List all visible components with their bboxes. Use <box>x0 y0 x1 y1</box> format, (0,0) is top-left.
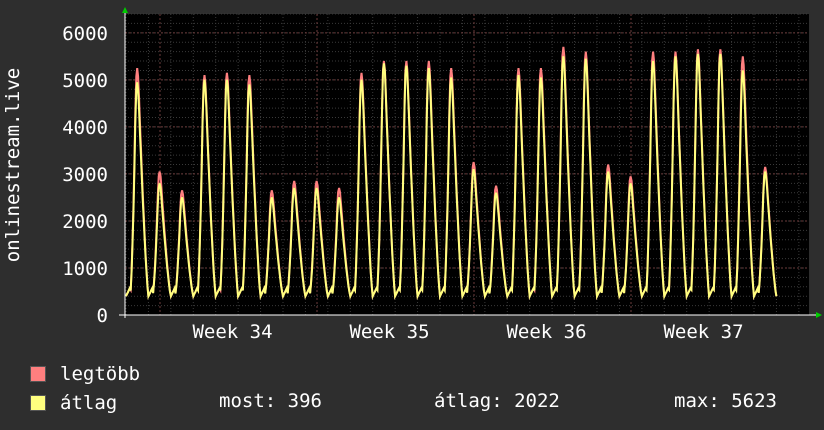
x-axis-arrow <box>816 312 822 318</box>
traffic-chart: 0 1000 2000 3000 4000 5000 6000 Week 34 Week 35… <box>2 7 822 343</box>
y-tick-label: 0 <box>97 305 108 327</box>
y-tick-label: 6000 <box>62 23 108 45</box>
legtobb-label: legtöbb <box>60 363 141 385</box>
x-tick-labels: Week 34 Week 35 Week 36 Week 37 <box>192 321 743 343</box>
legend-item-atlag: átlag <box>30 392 117 414</box>
y-axis-arrow <box>122 7 128 13</box>
atlag-swatch <box>30 395 46 411</box>
stat-most-label: most: <box>219 390 277 412</box>
x-tick-label: Week 35 <box>349 321 429 343</box>
y-tick-label: 5000 <box>62 70 108 92</box>
y-tick-label: 1000 <box>62 258 108 280</box>
y-tick-labels: 0 1000 2000 3000 4000 5000 6000 <box>62 23 108 327</box>
stat-max-label: max: <box>674 390 720 412</box>
stat-atlag: átlag: 2022 <box>434 390 560 412</box>
stat-atlag-label: átlag: <box>434 390 503 412</box>
stat-max-value: 5623 <box>731 390 777 412</box>
stat-most-value: 396 <box>287 390 322 412</box>
x-tick-label: Week 37 <box>663 321 743 343</box>
x-tick-label: Week 34 <box>192 321 272 343</box>
y-axis-label: onlinestream.live <box>2 68 24 262</box>
stat-most: most: 396 <box>219 390 322 412</box>
legend-item-legtobb: legtöbb <box>30 363 140 385</box>
atlag-label: átlag <box>60 392 118 414</box>
stat-atlag-value: 2022 <box>514 390 560 412</box>
legtobb-swatch <box>30 366 46 382</box>
y-tick-label: 2000 <box>62 211 108 233</box>
y-tick-label: 3000 <box>62 164 108 186</box>
x-tick-label: Week 36 <box>506 321 586 343</box>
stat-max: max: 5623 <box>674 390 777 412</box>
y-tick-label: 4000 <box>62 117 108 139</box>
